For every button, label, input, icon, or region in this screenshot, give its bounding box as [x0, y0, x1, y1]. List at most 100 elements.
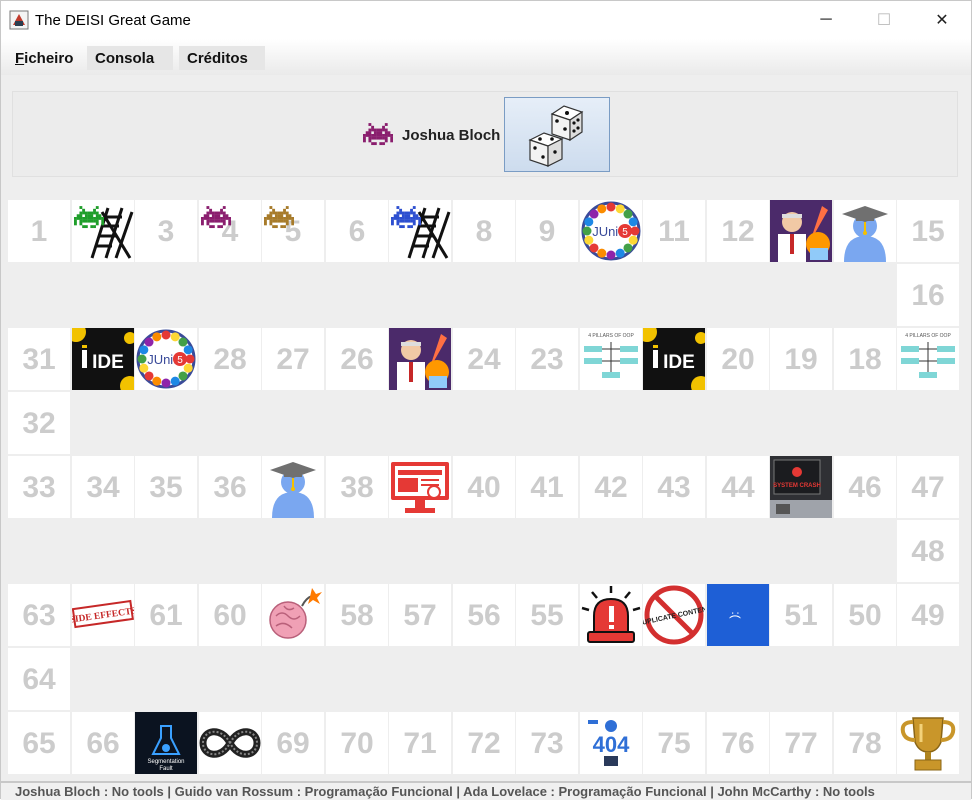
roll-dice-button[interactable] — [504, 97, 610, 172]
board-cell-1: 1 — [8, 200, 70, 262]
svg-text:IDE: IDE — [92, 352, 124, 373]
junit-icon: JUnit 5 — [580, 200, 642, 262]
board-cell-13 — [770, 200, 832, 262]
menu-ficheiro-label: icheiro — [24, 49, 74, 67]
board-cell-3: 3 — [135, 200, 197, 262]
svg-text:5: 5 — [177, 355, 183, 366]
cell-number: 3 — [157, 215, 175, 248]
maximize-button[interactable]: ☐ — [855, 1, 913, 39]
board-cell-54 — [580, 584, 642, 646]
cell-number: 26 — [340, 343, 374, 376]
game-window: The DEISI Great Game ─ ☐ ✕ Ficheiro Cons… — [0, 0, 972, 800]
system-crash-icon: SYSTEM CRASH — [770, 456, 832, 518]
cell-number: 40 — [467, 471, 501, 504]
cell-number: 60 — [213, 599, 247, 632]
board-cell-65: 65 — [8, 712, 70, 774]
alarm-siren-icon — [580, 584, 642, 646]
cell-number: 9 — [538, 215, 556, 248]
board-cell-66: 66 — [72, 712, 134, 774]
board-cell-37 — [262, 456, 324, 518]
board-cell-20: 20 — [707, 328, 769, 390]
cell-number: 49 — [911, 599, 945, 632]
board-cell-76: 76 — [707, 712, 769, 774]
board-cell-11: 11 — [643, 200, 705, 262]
cell-number: 18 — [848, 343, 882, 376]
dice-icon — [528, 104, 584, 167]
cell-number: 35 — [149, 471, 183, 504]
cell-number: 46 — [848, 471, 882, 504]
current-player-avatar-icon — [363, 123, 393, 146]
board-cell-60: 60 — [199, 584, 261, 646]
cell-number: 27 — [276, 343, 310, 376]
cell-number: 19 — [784, 343, 818, 376]
board-cell-31: 31 — [8, 328, 70, 390]
cell-number: 31 — [22, 343, 56, 376]
graduate-icon — [262, 456, 324, 518]
cell-number: 63 — [22, 599, 56, 632]
menu-consola[interactable]: Consola — [87, 46, 173, 70]
board-cell-61: 61 — [135, 584, 197, 646]
cell-number: 75 — [657, 727, 691, 760]
cell-number: 34 — [86, 471, 120, 504]
menu-ficheiro[interactable]: Ficheiro — [7, 46, 81, 70]
player-pawn-icon — [264, 206, 294, 229]
board-cell-57: 57 — [389, 584, 451, 646]
board-cell-51: 51 — [770, 584, 832, 646]
board-cell-26: 26 — [326, 328, 388, 390]
svg-text:4 PILLARS OF OOP: 4 PILLARS OF OOP — [905, 333, 951, 339]
cell-number: 23 — [530, 343, 564, 376]
board-cell-23: 23 — [516, 328, 578, 390]
board-cell-30: IDE — [72, 328, 134, 390]
board-cell-33: 33 — [8, 456, 70, 518]
board-cell-72: 72 — [453, 712, 515, 774]
board-cell-29: JUnit 5 — [135, 328, 197, 390]
cell-number: 61 — [149, 599, 183, 632]
player-pawn-icon — [201, 206, 231, 229]
minimize-button[interactable]: ─ — [797, 1, 855, 39]
board-cell-18: 18 — [834, 328, 896, 390]
board-cell-68 — [199, 712, 261, 774]
svg-text:5: 5 — [622, 227, 628, 238]
cell-number: 11 — [658, 215, 690, 248]
window-title: The DEISI Great Game — [35, 11, 191, 29]
cell-number: 33 — [22, 471, 56, 504]
error-404-icon: 404 — [580, 712, 642, 774]
board-cell-4: 4 — [199, 200, 261, 262]
monitor-icon — [389, 456, 451, 518]
professor-icon — [389, 328, 451, 390]
duplicate-content-icon: DUPLICATE CONTENT — [643, 584, 705, 646]
board-cell-71: 71 — [389, 712, 451, 774]
status-bar: Joshua Bloch : No tools | Guido van Ross… — [1, 781, 971, 800]
cell-number: 43 — [657, 471, 691, 504]
cell-number: 50 — [848, 599, 882, 632]
menu-creditos[interactable]: Créditos — [179, 46, 265, 70]
current-player-panel: Joshua Bloch — [12, 91, 958, 177]
cell-number: 16 — [911, 279, 945, 312]
board-cell-7 — [389, 200, 451, 262]
professor-icon — [770, 200, 832, 262]
cell-number: 44 — [721, 471, 755, 504]
menu-bar: Ficheiro Consola Créditos — [1, 39, 971, 75]
cell-number: 20 — [721, 343, 755, 376]
cell-number: 72 — [467, 727, 501, 760]
cell-number: 64 — [22, 663, 56, 696]
board-cell-64: 64 — [8, 648, 70, 710]
player-pawn-icon — [391, 206, 421, 229]
board-cell-53: DUPLICATE CONTENT — [643, 584, 705, 646]
close-button[interactable]: ✕ — [913, 1, 971, 39]
board-cell-16: 16 — [897, 264, 959, 326]
board-cell-17: 4 PILLARS OF OOP — [897, 328, 959, 390]
cell-number: 48 — [911, 535, 945, 568]
cell-number: 36 — [213, 471, 247, 504]
board-cell-42: 42 — [580, 456, 642, 518]
cell-number: 15 — [911, 215, 945, 248]
board-cell-32: 32 — [8, 392, 70, 454]
cell-number: 76 — [721, 727, 755, 760]
board-cell-50: 50 — [834, 584, 896, 646]
blue-screen-icon: :( — [707, 584, 769, 646]
board-cell-38: 38 — [326, 456, 388, 518]
segmentation-fault-icon: Segmentation Fault — [135, 712, 197, 774]
cell-number: 57 — [403, 599, 437, 632]
board-cell-62: SIDE EFFECTS — [72, 584, 134, 646]
board-cell-36: 36 — [199, 456, 261, 518]
